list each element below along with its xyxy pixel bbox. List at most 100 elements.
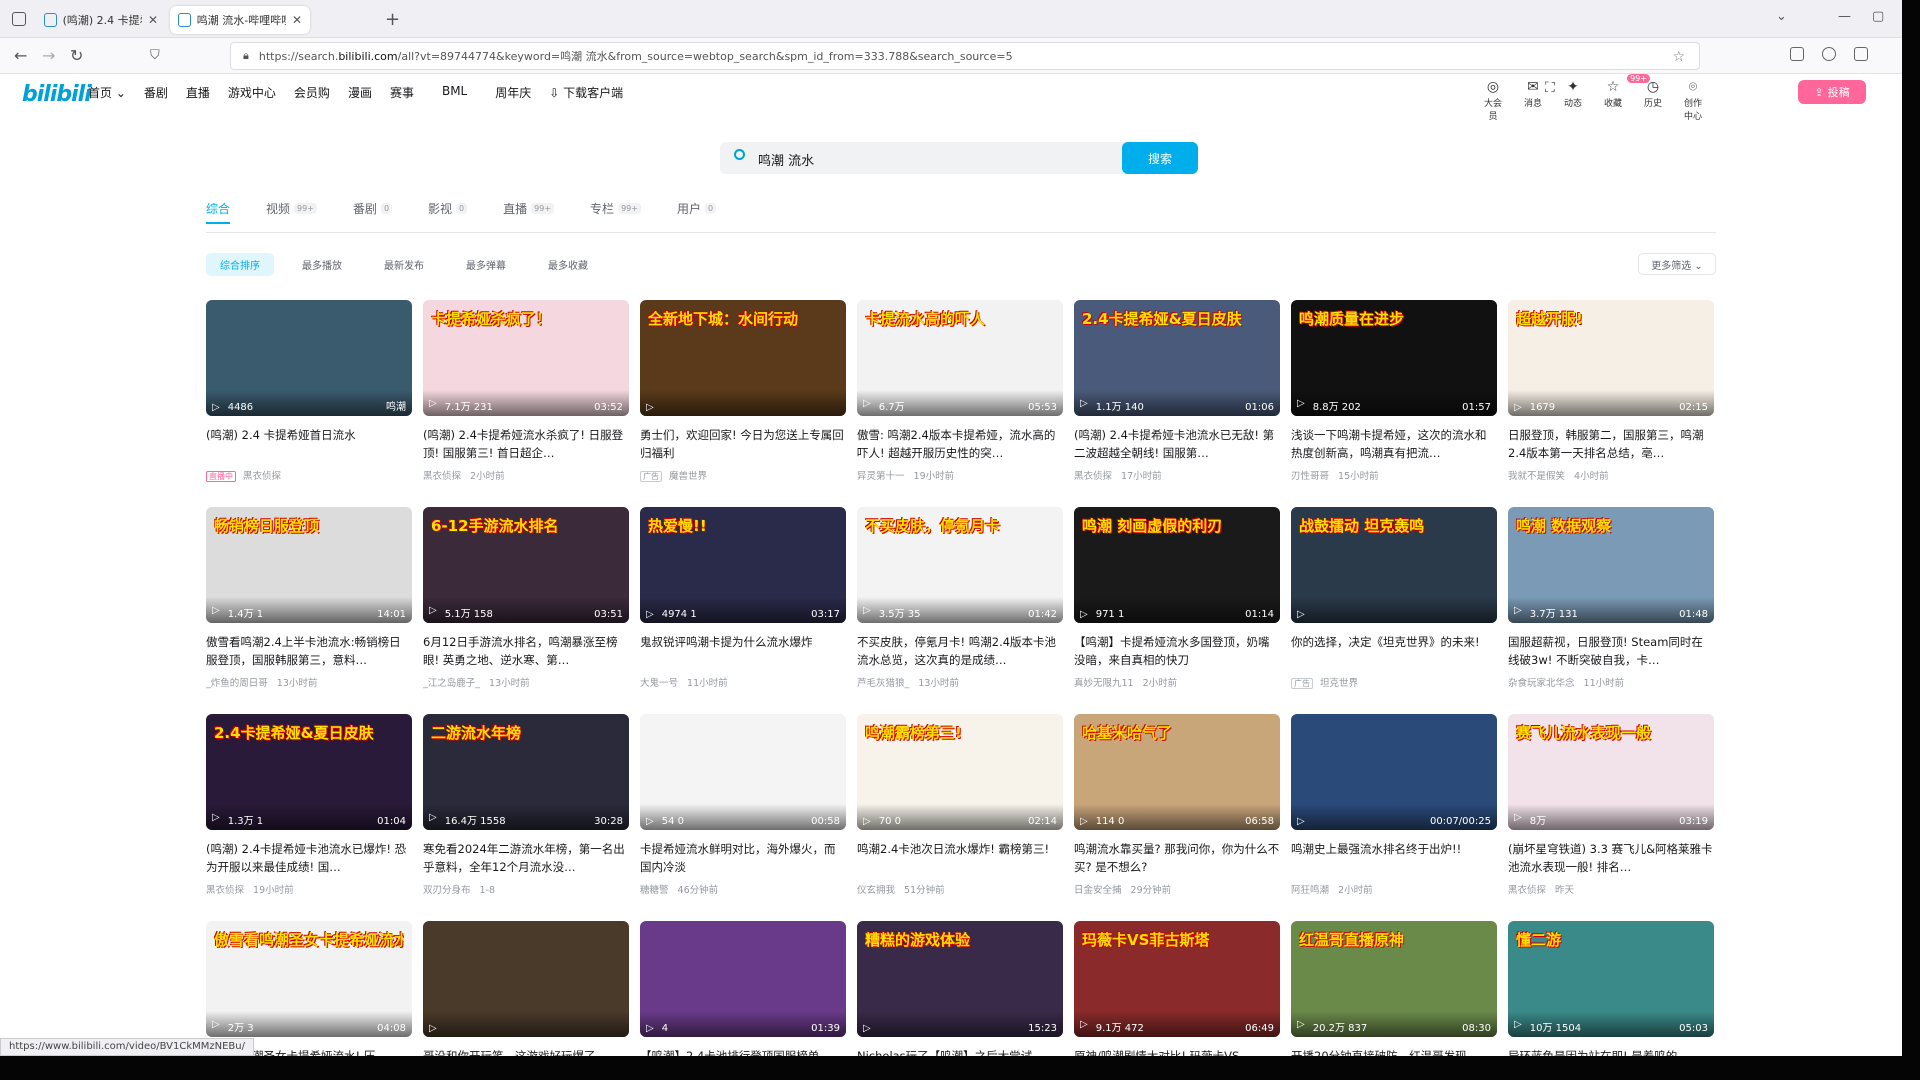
video-title[interactable]: (崩坏星穹铁道) 3.3 赛飞儿&阿格莱雅卡池流水表现一般! 排名… <box>1508 840 1714 876</box>
video-title[interactable]: 傲雪看鸣潮2.4上半卡池流水:畅销榜日服登顶，国服韩服第三，意料… <box>206 633 412 669</box>
back-icon[interactable]: ← <box>14 46 27 65</box>
sort-most-favorited[interactable]: 最多收藏 <box>534 253 602 276</box>
browser-tab-2[interactable]: 鸣潮 流水-哔哩哔哩_bilibili ✕ <box>170 6 310 34</box>
video-title[interactable]: 傲雪: 鸣潮2.4版本卡提希娅，流水高的吓人! 超越开服历史性的突… <box>857 426 1063 462</box>
nav-anime[interactable]: 番剧 <box>144 84 168 101</box>
video-thumbnail[interactable]: 玛薇卡VS菲古斯塔 ▷ 9.1万 472 06:49 <box>1074 921 1280 1037</box>
video-thumbnail[interactable]: 战鼓擂动 坦克轰鸣 ▷ <box>1291 507 1497 623</box>
video-thumbnail[interactable]: 懂二游 ▷ 10万 1504 05:03 <box>1508 921 1714 1037</box>
video-card[interactable]: 2.4卡提希娅&夏日皮肤 ▷ 1.3万 1 01:04 (鸣潮) 2.4卡提希娅卡… <box>206 714 412 907</box>
more-filters-button[interactable]: 更多筛选 ⌄ <box>1638 253 1716 275</box>
video-card[interactable]: 战鼓擂动 坦克轰鸣 ▷ 你的选择，决定《坦克世界》的未来! 广告 坦克世界 <box>1291 507 1497 700</box>
video-title[interactable]: 寒免看2024年二游流水年榜，第一名出乎意料，全年12个月流水没… <box>423 840 629 876</box>
dynamics-button[interactable]: ✦ 动态 <box>1560 78 1586 122</box>
video-thumbnail[interactable]: ▷ 54 0 00:58 <box>640 714 846 830</box>
video-card[interactable]: ▷ 00:07/00:25 鸣潮史上最强流水排名终于出炉!! 阿狂鸣潮 2小时前 <box>1291 714 1497 907</box>
bookmark-star-icon[interactable]: ☆ <box>1672 49 1685 65</box>
video-card[interactable]: 热爱慢!! ▷ 4974 1 03:17 鬼叔锐评鸣潮卡提为什么流水爆炸 大鬼一号… <box>640 507 846 700</box>
video-thumbnail[interactable]: ▷ 00:07/00:25 <box>1291 714 1497 830</box>
upload-button[interactable]: ⇪ 投稿 <box>1798 80 1866 104</box>
video-card[interactable]: 超越开服! ▷ 1679 02:15 日服登顶，韩服第二，国服第三，鸣潮2.4版本… <box>1508 300 1714 493</box>
video-thumbnail[interactable]: 赛飞儿流水表现一般 ▷ 8万 03:19 <box>1508 714 1714 830</box>
shield-icon[interactable]: ⛉ <box>150 48 160 63</box>
tab-bangumi[interactable]: 番剧 0 <box>353 200 393 217</box>
sort-comprehensive[interactable]: 综合排序 <box>206 253 274 276</box>
uploader-name[interactable]: _炸鱼的周日哥 <box>206 678 268 689</box>
video-title[interactable]: 勇士们，欢迎回家! 今日为您送上专属回归福利 <box>640 426 846 462</box>
uploader-name[interactable]: 魔兽世界 <box>669 471 707 482</box>
tab-video[interactable]: 视频 99+ <box>266 200 317 217</box>
uploader-name[interactable]: 我就不是假笑 <box>1508 471 1565 482</box>
video-title[interactable]: (鸣潮) 2.4卡提希娅卡池流水已爆炸! 恐为开服以来最佳成绩! 国… <box>206 840 412 876</box>
tab-article[interactable]: 专栏 99+ <box>590 200 641 217</box>
video-title[interactable]: 鸣潮2.4卡池次日流水爆炸! 霸榜第三! <box>857 840 1063 876</box>
uploader-name[interactable]: 阿狂鸣潮 <box>1291 885 1329 896</box>
close-tab-icon[interactable]: ✕ <box>292 13 302 27</box>
video-title[interactable]: 鸣潮流水靠买量? 那我问你，你为什么不买? 是不想么? <box>1074 840 1280 876</box>
uploader-name[interactable]: 杂食玩家北华念 <box>1508 678 1575 689</box>
uploader-name[interactable]: 黑衣侦探 <box>243 471 281 482</box>
nav-anniversary[interactable]: 周年庆 <box>495 84 531 101</box>
video-card[interactable]: 二游流水年榜 ▷ 16.4万 1558 30:28 寒免看2024年二游流水年榜，… <box>423 714 629 907</box>
video-card[interactable]: 2.4卡提希娅&夏日皮肤 ▷ 1.1万 140 01:06 (鸣潮) 2.4卡提希… <box>1074 300 1280 493</box>
video-card[interactable]: ▷ 54 0 00:58 卡提希娅流水鲜明对比，海外爆火，而国内冷淡 糖糖警 46… <box>640 714 846 907</box>
video-title[interactable]: 卡提希娅流水鲜明对比，海外爆火，而国内冷淡 <box>640 840 846 876</box>
uploader-name[interactable]: 坦克世界 <box>1320 678 1358 689</box>
minimize-icon[interactable]: — <box>1838 9 1851 24</box>
video-card[interactable]: 赛飞儿流水表现一般 ▷ 8万 03:19 (崩坏星穹铁道) 3.3 赛飞儿&阿格莱… <box>1508 714 1714 907</box>
uploader-name[interactable]: 糖糖警 <box>640 885 669 896</box>
tab-movie[interactable]: 影视 0 <box>428 200 468 217</box>
uploader-name[interactable]: 黑衣侦探 <box>423 471 461 482</box>
video-thumbnail[interactable]: ▷ 4486 鸣潮 <box>206 300 412 416</box>
uploader-name[interactable]: 异灵第十一 <box>857 471 905 482</box>
video-thumbnail[interactable]: 鸣潮质量在进步 ▷ 8.8万 202 01:57 <box>1291 300 1497 416</box>
nav-game-center[interactable]: 游戏中心 <box>228 84 276 101</box>
nav-live[interactable]: 直播 <box>186 84 210 101</box>
reload-icon[interactable]: ↻ <box>70 46 83 65</box>
tab-dropdown-icon[interactable]: ⌄ <box>1776 9 1787 24</box>
video-card[interactable]: 6-12手游流水排名 ▷ 5.1万 158 03:51 6月12日手游流水排名，鸣… <box>423 507 629 700</box>
bilibili-logo[interactable]: bilibili <box>22 82 92 107</box>
nav-home[interactable]: 首页 ⌄ <box>88 84 126 101</box>
uploader-name[interactable]: 双刃分身布 <box>423 885 471 896</box>
history-button[interactable]: ◷ 历史 <box>1640 78 1666 122</box>
nav-manga[interactable]: 漫画 <box>348 84 372 101</box>
video-thumbnail[interactable]: 全新地下城：水间行动 ▷ <box>640 300 846 416</box>
sort-most-played[interactable]: 最多播放 <box>288 253 356 276</box>
uploader-name[interactable]: 黑衣侦探 <box>1074 471 1112 482</box>
maximize-icon[interactable]: ▢ <box>1872 9 1884 24</box>
video-thumbnail[interactable]: 卡提希娅杀疯了！ ▷ 7.1万 231 03:52 <box>423 300 629 416</box>
favorites-button[interactable]: ☆ 收藏 <box>1600 78 1626 122</box>
video-thumbnail[interactable]: 2.4卡提希娅&夏日皮肤 ▷ 1.3万 1 01:04 <box>206 714 412 830</box>
video-title[interactable]: 你的选择，决定《坦克世界》的未来! <box>1291 633 1497 669</box>
video-card[interactable]: 鸣潮 刻画虚假的利刃 ▷ 971 1 01:14 【鸣潮】卡提希娅流水多国登顶，奶… <box>1074 507 1280 700</box>
pocket-icon[interactable] <box>1790 47 1804 61</box>
video-card[interactable]: 全新地下城：水间行动 ▷ 勇士们，欢迎回家! 今日为您送上专属回归福利 广告 魔… <box>640 300 846 493</box>
video-card[interactable]: 卡提希娅杀疯了！ ▷ 7.1万 231 03:52 (鸣潮) 2.4卡提希娅流水杀… <box>423 300 629 493</box>
address-bar[interactable]: 🔒︎ https://search.bilibili.com/all?vt=89… <box>230 42 1700 70</box>
video-thumbnail[interactable]: 傲雪看鸣潮圣女卡提希娅流水 ▷ 2万 3 04:08 <box>206 921 412 1037</box>
video-thumbnail[interactable]: 红温哥直播原神 ▷ 20.2万 837 08:30 <box>1291 921 1497 1037</box>
video-thumbnail[interactable]: ▷ <box>423 921 629 1037</box>
tab-user[interactable]: 用户 0 <box>677 200 717 217</box>
forward-icon[interactable]: → <box>42 46 55 65</box>
tab-all[interactable]: 综合 <box>206 200 230 217</box>
video-card[interactable]: 鸣潮质量在进步 ▷ 8.8万 202 01:57 浅谈一下鸣潮卡提希娅，这次的流水… <box>1291 300 1497 493</box>
video-card[interactable]: 卡提流水高的吓人 ▷ 6.7万 05:53 傲雪: 鸣潮2.4版本卡提希娅，流水高… <box>857 300 1063 493</box>
vip-button[interactable]: ◎ 大会员 <box>1480 78 1506 122</box>
video-title[interactable]: 鬼叔锐评鸣潮卡提为什么流水爆炸 <box>640 633 846 669</box>
uploader-name[interactable]: 黑衣侦探 <box>1508 885 1546 896</box>
sort-most-danmaku[interactable]: 最多弹幕 <box>452 253 520 276</box>
tab-list-icon[interactable] <box>12 12 26 26</box>
uploader-name[interactable]: 仪玄拥我 <box>857 885 895 896</box>
video-thumbnail[interactable]: 鸣潮霸榜第三! ▷ 70 0 02:14 <box>857 714 1063 830</box>
new-tab-icon[interactable]: + <box>385 9 400 30</box>
nav-mall[interactable]: 会员购 <box>294 84 330 101</box>
account-icon[interactable] <box>1822 47 1836 61</box>
video-title[interactable]: (鸣潮) 2.4卡提希娅流水杀疯了! 日服登顶! 国服第三! 首日超企… <box>423 426 629 462</box>
close-tab-icon[interactable]: ✕ <box>148 13 158 27</box>
uploader-name[interactable]: 大鬼一号 <box>640 678 678 689</box>
video-title[interactable]: 国服超薪视，日服登顶! Steam同时在线破3w! 不断突破自我，卡… <box>1508 633 1714 669</box>
video-thumbnail[interactable]: ▷ 4 01:39 <box>640 921 846 1037</box>
uploader-name[interactable]: 芦毛灰猎狼_ <box>857 678 909 689</box>
